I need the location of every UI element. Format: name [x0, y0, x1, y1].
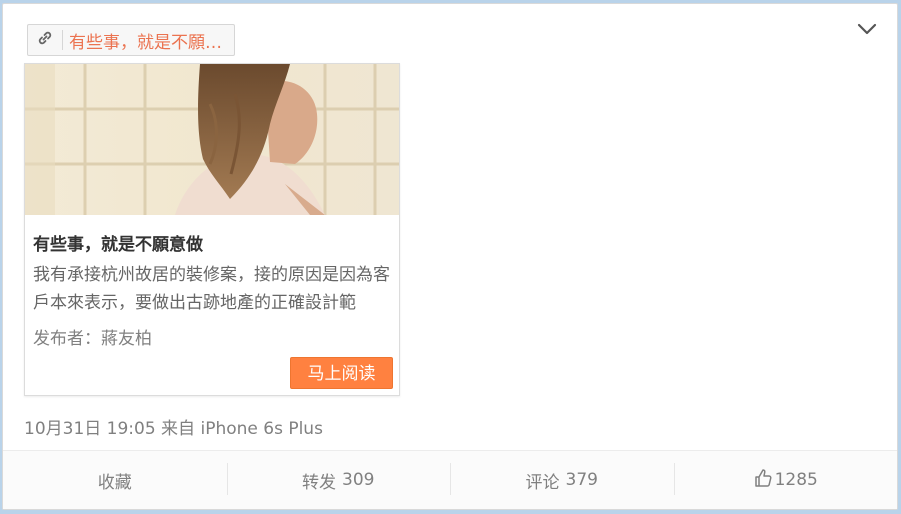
link-card-tag[interactable]: 有些事，就是不願…: [27, 24, 235, 56]
repost-label: 转发: [302, 472, 337, 493]
favorite-button[interactable]: 收藏: [3, 451, 227, 509]
article-description: 我有承接杭州故居的裝修案，接的原因是因為客戶本來表示，要做出古跡地產的正確設計範: [33, 265, 390, 313]
article-cover-image[interactable]: [25, 64, 399, 215]
repost-count: 309: [342, 470, 375, 490]
article-title[interactable]: 有些事，就是不願意做: [33, 230, 203, 255]
article-card[interactable]: 有些事，就是不願意做 我有承接杭州故居的裝修案，接的原因是因為客戶本來表示，要做…: [24, 63, 400, 396]
link-label: 有些事，就是不願…: [69, 32, 222, 53]
favorite-label: 收藏: [97, 472, 132, 493]
article-author: 发布者：蔣友柏: [33, 329, 152, 349]
read-now-button[interactable]: 马上阅读: [290, 357, 393, 389]
repost-button[interactable]: 转发 309: [226, 451, 451, 509]
divider: [62, 30, 63, 50]
weibo-card: 有些事，就是不願… 有些事，就是不願意做 我有承接杭州故居的裝修案，接的原因是因…: [2, 3, 898, 510]
comment-label: 评论: [525, 472, 560, 493]
comment-button[interactable]: 评论 379: [450, 451, 674, 509]
post-meta[interactable]: 10月31日 19:05 来自 iPhone 6s Plus: [24, 414, 323, 439]
action-bar: 收藏 转发 309 评论 379 1285: [3, 450, 897, 509]
like-button[interactable]: 1285: [673, 451, 898, 509]
comment-count: 379: [565, 470, 598, 490]
thumbs-up-icon: [753, 468, 773, 493]
like-count: 1285: [774, 470, 818, 490]
link-icon: [36, 29, 54, 52]
chevron-down-icon[interactable]: [855, 19, 879, 39]
